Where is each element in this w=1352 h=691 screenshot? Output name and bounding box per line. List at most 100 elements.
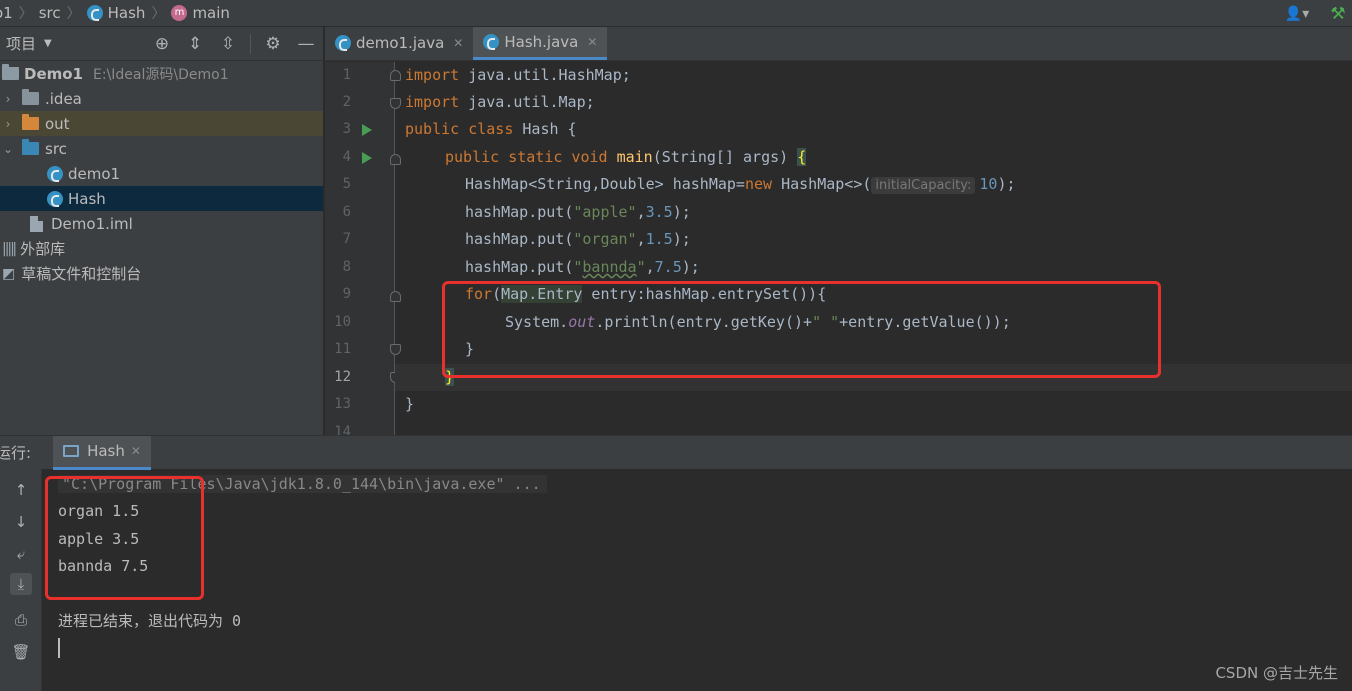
gear-icon[interactable]: ⚙ <box>262 33 284 55</box>
line-number-current: 12 <box>334 369 351 385</box>
tree-item-out[interactable]: › out <box>0 111 323 136</box>
close-icon[interactable]: ✕ <box>587 35 597 49</box>
tree-item-idea[interactable]: › .idea <box>0 86 323 111</box>
breadcrumb-project[interactable]: o1 <box>0 4 13 22</box>
breadcrumb: o1 〉 src 〉 Hash 〉 m main <box>0 3 230 23</box>
tree-item-demo1-class[interactable]: demo1 <box>0 161 323 186</box>
collapse-all-icon[interactable]: ⇳ <box>217 33 239 55</box>
build-hammer-icon[interactable]: ⚒ <box>1326 2 1350 26</box>
tab-demo1-java[interactable]: demo1.java ✕ <box>325 27 473 60</box>
source-folder-icon <box>22 139 39 155</box>
method-icon: m <box>171 5 188 21</box>
user-icon[interactable]: 👤▾ <box>1282 4 1312 24</box>
close-icon[interactable]: ✕ <box>453 36 463 50</box>
divider <box>250 34 251 54</box>
tree-item-label: 草稿文件和控制台 <box>21 265 142 283</box>
tree-item-label: Demo1 <box>24 64 83 83</box>
parameter-hint: initialCapacity: <box>871 177 976 194</box>
annotation-box-code <box>442 281 1161 378</box>
java-class-icon <box>335 35 351 51</box>
text-caret <box>58 638 60 658</box>
code-line-13: } <box>405 395 415 413</box>
chevron-right-icon: 〉 <box>18 6 33 22</box>
tab-label: demo1.java <box>356 34 445 52</box>
line-number: 6 <box>342 204 351 220</box>
code-line-7: hashMap.put("organ",1.5); <box>465 230 691 248</box>
java-class-icon <box>47 165 63 182</box>
fold-icon[interactable] <box>390 98 401 109</box>
editor-tabs: demo1.java ✕ Hash.java ✕ <box>325 27 1352 61</box>
line-number: 3 <box>342 121 351 137</box>
dropdown-caret-icon[interactable]: ▼ <box>44 38 52 49</box>
run-tab-label: Hash <box>87 442 125 460</box>
fold-icon[interactable] <box>390 154 401 165</box>
tree-item-external-libraries[interactable]: |||‖ 外部库 <box>0 236 323 261</box>
line-number: 7 <box>342 231 351 247</box>
close-icon[interactable]: ✕ <box>131 444 141 458</box>
fold-icon[interactable] <box>390 291 401 302</box>
tree-item-label: demo1 <box>68 164 121 183</box>
line-number: 13 <box>334 396 351 412</box>
scroll-to-end-icon[interactable]: ⤓ <box>10 573 32 595</box>
project-panel-header: 项目 ▼ ⊕ ⇕ ⇳ ⚙ — <box>0 27 323 61</box>
console-icon <box>63 445 80 457</box>
tree-item-hash-class[interactable]: Hash <box>0 186 323 211</box>
library-icon: |||‖ <box>2 240 17 257</box>
run-tabs-bar: 运行: Hash ✕ <box>0 435 1352 470</box>
tree-item-scratches[interactable]: ◩ 草稿文件和控制台 <box>0 261 323 286</box>
line-number: 14 <box>334 424 351 435</box>
module-folder-icon <box>2 64 19 80</box>
breadcrumb-file[interactable]: Hash <box>108 4 146 22</box>
chevron-down-icon[interactable]: ⌄ <box>0 142 16 156</box>
code-line-4: public static void main(String[] args) { <box>445 148 807 166</box>
line-number: 11 <box>334 341 351 357</box>
tab-label: Hash.java <box>504 32 579 51</box>
scratches-icon: ◩ <box>2 265 16 282</box>
print-icon[interactable]: ⎙ <box>10 609 32 631</box>
project-panel: 项目 ▼ ⊕ ⇕ ⇳ ⚙ — Demo1 E:\Ideal源码\Demo1 › … <box>0 27 324 435</box>
java-class-icon <box>483 33 500 50</box>
line-number: 1 <box>342 67 351 83</box>
locate-icon[interactable]: ⊕ <box>151 33 173 55</box>
file-icon <box>30 215 43 232</box>
tree-item-demo1-project[interactable]: Demo1 E:\Ideal源码\Demo1 <box>0 61 323 86</box>
run-play-icon[interactable] <box>362 152 372 164</box>
line-number: 8 <box>342 259 351 275</box>
chevron-right-icon: 〉 <box>151 6 166 22</box>
tree-item-label: .idea <box>45 89 82 108</box>
tree-item-demo1-iml[interactable]: Demo1.iml <box>0 211 323 236</box>
line-number: 10 <box>334 314 351 330</box>
hide-icon[interactable]: — <box>295 33 317 55</box>
down-arrow-icon[interactable]: ↓ <box>10 511 32 533</box>
trash-icon[interactable]: 🗑 <box>10 641 32 663</box>
breadcrumb-method[interactable]: main <box>192 4 229 22</box>
run-toolbar: ↑ ↓ ⤶ ⤓ ⎙ 🗑 <box>0 469 42 691</box>
tree-item-src[interactable]: ⌄ src <box>0 136 323 161</box>
editor-gutter: 1 2 3 4 5 6 7 8 9 10 11 12 13 14 <box>325 62 401 435</box>
fold-icon[interactable] <box>390 70 401 81</box>
expand-all-icon[interactable]: ⇕ <box>184 33 206 55</box>
breadcrumb-src[interactable]: src <box>39 4 61 22</box>
fold-icon[interactable] <box>390 344 401 355</box>
tree-item-label: Hash <box>68 189 106 208</box>
code-line-8: hashMap.put("bannda",7.5); <box>465 258 700 276</box>
annotation-box-output <box>45 476 204 600</box>
code-area[interactable]: import java.util.HashMap; import java.ut… <box>395 62 1352 435</box>
code-line-5: HashMap<String,Double> hashMap=new HashM… <box>465 175 1016 194</box>
tab-hash-java[interactable]: Hash.java ✕ <box>473 27 608 60</box>
run-play-icon[interactable] <box>362 124 372 136</box>
navigation-bar: o1 〉 src 〉 Hash 〉 m main 👤▾ ⚒ <box>0 0 1352 27</box>
folder-icon <box>22 89 39 105</box>
soft-wrap-icon[interactable]: ⤶ <box>10 543 32 565</box>
chevron-right-icon[interactable]: › <box>0 117 16 131</box>
tree-item-label: out <box>45 114 70 133</box>
line-number: 9 <box>342 286 351 302</box>
up-arrow-icon[interactable]: ↑ <box>10 479 32 501</box>
tab-run-hash[interactable]: Hash ✕ <box>53 435 151 470</box>
project-panel-title[interactable]: 项目 <box>6 33 36 54</box>
code-line-1: import java.util.HashMap; <box>405 66 631 84</box>
tree-item-label: src <box>45 139 67 158</box>
tree-item-label: Demo1.iml <box>51 214 133 233</box>
line-number: 5 <box>342 176 351 192</box>
chevron-right-icon[interactable]: › <box>0 92 16 106</box>
